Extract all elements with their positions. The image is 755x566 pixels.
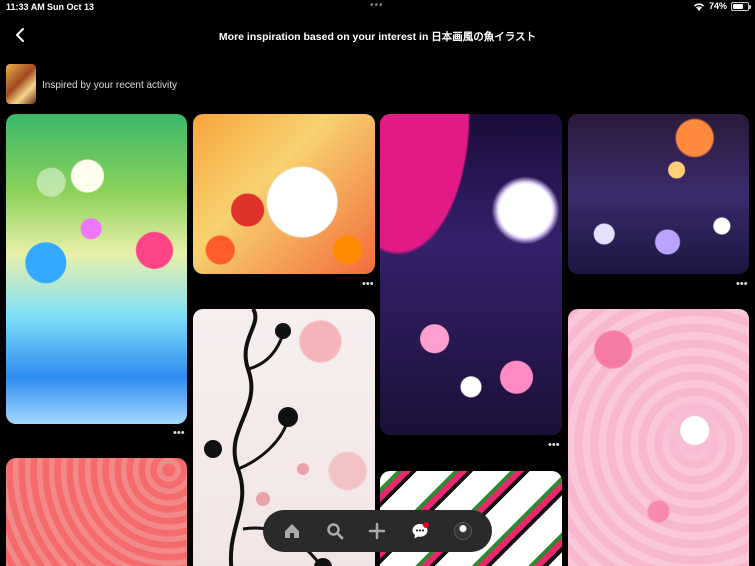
recent-activity-thumbnail[interactable] — [6, 64, 36, 104]
status-bar: 11:33 AM Sun Oct 13 ••• 74% — [0, 0, 755, 14]
status-right: 74% — [693, 1, 751, 11]
more-options-button[interactable]: ••• — [736, 279, 748, 290]
page-title: More inspiration based on your interest … — [218, 31, 537, 43]
status-time: 11:33 AM — [6, 2, 45, 12]
battery-icon — [731, 1, 751, 11]
pin-card[interactable] — [568, 114, 749, 274]
create-tab[interactable] — [362, 516, 392, 546]
avatar — [453, 522, 472, 540]
search-icon — [327, 523, 344, 540]
profile-tab[interactable] — [448, 516, 478, 546]
search-tab[interactable] — [320, 516, 350, 546]
pin-card[interactable] — [6, 114, 187, 424]
activity-label: Inspired by your recent activity — [42, 80, 178, 91]
more-options-button[interactable]: ••• — [173, 428, 185, 439]
more-options-button[interactable]: ••• — [548, 440, 560, 451]
messages-tab[interactable] — [405, 516, 435, 546]
pin-card[interactable] — [6, 458, 187, 566]
home-tab[interactable] — [277, 516, 307, 546]
pin-card[interactable] — [568, 309, 749, 566]
home-icon — [285, 524, 300, 538]
battery-percent: 74% — [708, 1, 727, 11]
wifi-icon — [693, 2, 705, 11]
pin-card[interactable] — [380, 114, 562, 435]
multitasking-dots[interactable]: ••• — [370, 0, 384, 11]
battery-fill — [733, 3, 743, 9]
status-date: Sun Oct 13 — [47, 2, 95, 12]
more-options-button[interactable]: ••• — [362, 279, 374, 290]
plus-icon — [369, 522, 386, 540]
pin-card[interactable] — [193, 114, 375, 274]
bottom-tab-bar — [263, 510, 492, 552]
